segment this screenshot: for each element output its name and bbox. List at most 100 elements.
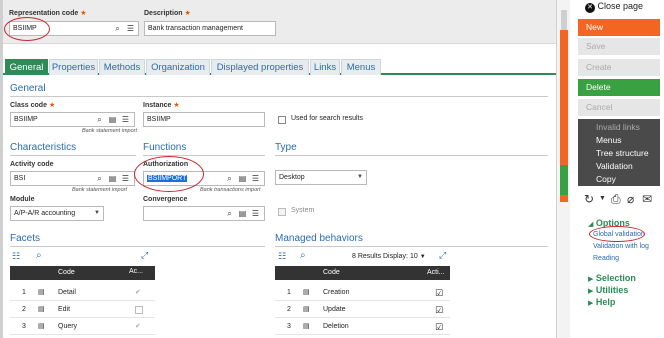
search-results-checkbox[interactable]: [278, 116, 286, 124]
comment-icon[interactable]: ✉: [642, 192, 652, 206]
row-detail-icon[interactable]: ▤: [303, 285, 310, 301]
unchecked-box[interactable]: [135, 306, 143, 314]
menu-item-tree-structure[interactable]: Tree structure: [596, 148, 649, 158]
system-checkbox[interactable]: [278, 208, 286, 216]
cancel-button[interactable]: Cancel: [578, 99, 660, 116]
grid-view-icon[interactable]: ☷: [12, 251, 20, 262]
convergence-field[interactable]: ⌕ ▤ ☰: [143, 206, 265, 221]
display-label: Display:: [383, 253, 408, 260]
menu-item-invalid-links[interactable]: Invalid links: [596, 122, 640, 132]
create-button[interactable]: Create: [578, 59, 660, 76]
options-title: Options: [595, 218, 630, 228]
module-select[interactable]: A/P-A/R accounting ▼: [10, 206, 104, 221]
row-code: Creation: [323, 289, 350, 296]
class-code-field[interactable]: BSIIMP ⌕ ▤ ☰: [10, 112, 135, 127]
search-icon[interactable]: ⌕: [95, 114, 104, 125]
table-row[interactable]: 3 ▤ Deletion ☑: [275, 319, 450, 335]
table-row[interactable]: 2 ▤ Edit: [10, 302, 155, 318]
list-icon[interactable]: ☰: [121, 173, 130, 184]
search-icon[interactable]: ⌕: [225, 208, 234, 219]
left-scrollbar[interactable]: [0, 0, 3, 338]
divider: [10, 155, 136, 156]
display-select[interactable]: 10 ▼: [410, 253, 426, 260]
menu-item-validation[interactable]: Validation: [596, 161, 633, 171]
class-code-label: Class code ★: [10, 102, 56, 109]
tab-links[interactable]: Links: [310, 59, 340, 75]
activity-code-label: Activity code: [10, 161, 54, 168]
list-icon[interactable]: ☰: [126, 23, 135, 34]
list-icon[interactable]: ☰: [121, 114, 130, 125]
menu-item-menus[interactable]: Menus: [596, 135, 622, 145]
option-global-validation[interactable]: Global validation: [593, 231, 645, 238]
type-select[interactable]: Desktop ▼: [275, 170, 367, 185]
section-general: General: [10, 83, 46, 94]
print-icon[interactable]: ⎙: [611, 192, 621, 207]
options-section[interactable]: ◢ Options: [588, 218, 630, 228]
expand-icon[interactable]: ⤢: [439, 250, 446, 261]
chevron-down-icon: ▼: [94, 210, 100, 216]
list-icon[interactable]: ☰: [251, 173, 260, 184]
table-row[interactable]: 1 ▤ Detail ✔: [10, 285, 155, 301]
tab-properties[interactable]: Properties: [49, 59, 98, 75]
search-icon[interactable]: ⌕: [300, 250, 306, 261]
check-icon[interactable]: ☑: [435, 302, 443, 318]
tab-displayed-properties[interactable]: Displayed properties: [211, 59, 309, 75]
rep-code-field[interactable]: BSIIMP ⌕ ☰: [9, 21, 139, 36]
file-icon[interactable]: ▤: [108, 114, 117, 125]
save-button[interactable]: Save: [578, 38, 660, 55]
list-icon[interactable]: ☰: [251, 208, 260, 219]
menu-item-copy[interactable]: Copy: [596, 174, 616, 184]
row-detail-icon[interactable]: ▤: [303, 319, 310, 335]
search-icon[interactable]: ⌕: [36, 250, 42, 261]
authorization-label: Authorization: [143, 161, 189, 168]
chevron-right-icon: ▶: [588, 300, 594, 307]
tab-organization[interactable]: Organization: [146, 59, 210, 75]
search-icon[interactable]: ⌕: [95, 173, 104, 184]
row-detail-icon[interactable]: ▤: [38, 319, 45, 335]
row-number: 2: [22, 306, 26, 313]
table-row[interactable]: 1 ▤ Creation ☑: [275, 285, 450, 301]
check-icon[interactable]: ☑: [435, 285, 443, 301]
description-field[interactable]: Bank transaction management: [144, 21, 276, 36]
new-button[interactable]: New: [578, 19, 660, 36]
right-scrollbar[interactable]: [556, 0, 570, 338]
file-icon[interactable]: ▤: [108, 173, 117, 184]
file-icon[interactable]: ▤: [238, 208, 247, 219]
attachment-icon[interactable]: ⌀: [627, 192, 634, 206]
refresh-icon[interactable]: ↻: [584, 192, 594, 206]
module-label: Module: [10, 196, 35, 203]
tab-menus[interactable]: Menus: [341, 59, 381, 75]
chevron-down-icon[interactable]: ▼: [599, 195, 606, 202]
chevron-right-icon: ▶: [588, 276, 594, 283]
description-label: Description ★: [144, 10, 191, 17]
check-icon[interactable]: ☑: [435, 319, 443, 335]
convergence-label: Convergence: [143, 196, 188, 203]
activity-code-field[interactable]: BSI ⌕ ▤ ☰: [10, 171, 135, 186]
selection-section[interactable]: ▶ Selection: [588, 273, 636, 283]
help-section[interactable]: ▶ Help: [588, 297, 615, 307]
option-validation-with-log[interactable]: Validation with log: [593, 243, 649, 250]
tab-general[interactable]: General: [5, 59, 48, 75]
table-row[interactable]: 2 ▤ Update ☑: [275, 302, 450, 318]
close-page-button[interactable]: ✕ Close page: [585, 1, 643, 13]
chevron-down-icon: ▼: [357, 174, 363, 180]
row-detail-icon[interactable]: ▤: [38, 302, 45, 318]
row-number: 1: [287, 289, 291, 296]
utilities-section[interactable]: ▶ Utilities: [588, 285, 628, 295]
expand-icon[interactable]: ⤢: [141, 250, 148, 261]
table-row[interactable]: 3 ▤ Query ✔: [10, 319, 155, 335]
option-reading[interactable]: Reading: [593, 255, 619, 262]
check-icon[interactable]: ✔: [135, 285, 141, 301]
tab-methods[interactable]: Methods: [99, 59, 145, 75]
divider: [10, 246, 265, 247]
search-icon[interactable]: ⌕: [113, 23, 122, 34]
grid-view-icon[interactable]: ☷: [278, 251, 286, 262]
search-icon[interactable]: ⌕: [225, 173, 234, 184]
instance-field[interactable]: BSIIMP: [143, 112, 265, 127]
authorization-field[interactable]: BSIIMPORT ⌕ ▤ ☰: [143, 171, 265, 186]
check-icon[interactable]: ✔: [135, 319, 141, 335]
file-icon[interactable]: ▤: [238, 173, 247, 184]
row-detail-icon[interactable]: ▤: [38, 285, 45, 301]
row-detail-icon[interactable]: ▤: [303, 302, 310, 318]
delete-button[interactable]: Delete: [578, 79, 660, 96]
